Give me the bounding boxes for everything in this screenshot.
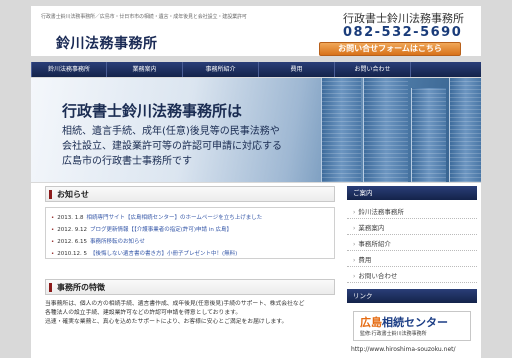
features-heading: 事務所の特徴 [57,283,105,292]
site-header: 行政書士鈴川法務事務所／広島市・廿日市市の相続・遺言・成年後見と会社設立・建設業… [31,6,481,56]
hero-banner: 行政書士鈴川法務事務所は 相続、遺言手続、成年(任意)後見等の民事法務や 会社設… [31,78,481,182]
news-section-header: お知らせ [45,186,335,202]
hero-line: 相続、遺言手続、成年(任意)後見等の民事法務や [62,126,280,137]
building-image [321,78,361,182]
banner-title-accent: 広島 [360,316,382,329]
section-marker [49,190,52,199]
news-date: 2010.12. 5 [57,251,87,257]
site-tagline: 行政書士鈴川法務事務所／広島市・廿日市市の相続・遺言・成年後見と会社設立・建設業… [41,14,247,20]
sidebar-item-label: お問い合わせ [358,272,398,280]
site-logo[interactable]: 鈴川法務事務所 [56,33,158,53]
section-marker [49,283,52,292]
news-date: 2012. 9.12 [57,227,87,233]
bullet-icon: • [51,215,55,221]
sidebar-link-header: リンク [347,289,477,303]
building-image [411,88,446,182]
news-heading: お知らせ [57,190,89,199]
news-date: 2013. 1.8 [57,215,84,221]
header-phone: 082-532-5690 [343,25,463,40]
banner-url-link[interactable]: http://www.hiroshima-souzoku.net/ [351,346,456,353]
contact-form-button[interactable]: お問い合せフォームはこちら [319,42,461,56]
souzoku-center-banner[interactable]: 広島相続センター 監修:行政書士鈴川法務事務所 [353,311,471,341]
hero-line: 広島市の行政書士事務所です [62,156,192,167]
hero-title: 行政書士鈴川法務事務所は [62,102,243,120]
building-image [449,78,481,182]
sidebar-item-office[interactable]: › 事務所紹介 [347,237,477,251]
news-item[interactable]: • 2012. 6.15 事務所移転のお知らせ [51,237,145,245]
global-nav: 鈴川法務事務所 業務案内 事務所紹介 費用 お問い合わせ [31,62,481,77]
news-link[interactable]: ブログ更新情報【【介護事業者の指定(許可)申請 in 広島】 [90,227,232,233]
banner-title: 広島相続センター [360,314,448,330]
features-text: 当事務所は、個人の方の相続手続、遺言書作成、成年後見(任意後見)手続のサポート、… [45,300,337,327]
sidebar-item-label: 鈴川法務事務所 [358,208,404,216]
nav-item-services[interactable]: 業務案内 [107,62,183,77]
news-item[interactable]: • 2010.12. 5 【後悔しない遺言書の書き方】小冊子プレゼント中！(無料) [51,249,237,257]
news-item[interactable]: • 2012. 9.12 ブログ更新情報【【介護事業者の指定(許可)申請 in 広島… [51,225,232,233]
bullet-icon: • [51,251,55,257]
chevron-right-icon: › [353,225,356,232]
banner-subtitle: 監修:行政書士鈴川法務事務所 [360,331,427,337]
features-line: 迅速・確実な業務と、真心を込めたサポートにより、お客様に安心とご満足をお届けしま… [45,319,288,325]
bullet-icon: • [51,239,55,245]
hero-text: 行政書士鈴川法務事務所は 相続、遺言手続、成年(任意)後見等の民事法務や 会社設… [62,100,282,169]
news-list: • 2013. 1.8 相続専門サイト【広島相続センター】のホームページを立ち上げま… [45,207,335,259]
news-link[interactable]: 事務所移転のお知らせ [90,239,145,245]
news-item[interactable]: • 2013. 1.8 相続専門サイト【広島相続センター】のホームページを立ち上げま… [51,213,262,221]
sidebar-item-label: 費用 [358,256,372,264]
hero-line: 会社設立、建設業許可等の許認可申請に対応する [62,141,282,152]
news-link[interactable]: 相続専門サイト【広島相続センター】のホームページを立ち上げました [87,215,263,221]
sidebar-item-services[interactable]: › 業務案内 [347,221,477,235]
nav-item-fees[interactable]: 費用 [259,62,335,77]
banner-title-main: 相続センター [382,316,448,329]
main-content: お知らせ • 2013. 1.8 相続専門サイト【広島相続センター】のホームページを… [31,183,481,358]
sidebar-item-home[interactable]: › 鈴川法務事務所 [347,205,477,219]
sidebar-item-label: 事務所紹介 [358,240,391,248]
chevron-right-icon: › [353,209,356,216]
sidebar-item-label: 業務案内 [358,224,385,232]
sidebar-guide-header: ご案内 [347,186,477,200]
features-line: 各種法人の設立手続、建設業許可などの許認可申請を得意としております。 [45,310,242,316]
bullet-icon: • [51,227,55,233]
sidebar-item-contact[interactable]: › お問い合わせ [347,269,477,283]
chevron-right-icon: › [353,241,356,248]
nav-item-office[interactable]: 事務所紹介 [183,62,259,77]
chevron-right-icon: › [353,273,356,280]
features-section-header: 事務所の特徴 [45,279,335,295]
chevron-right-icon: › [353,257,356,264]
news-link[interactable]: 【後悔しない遺言書の書き方】小冊子プレゼント中！(無料) [90,251,237,257]
nav-item-contact[interactable]: お問い合わせ [335,62,411,77]
header-office-name: 行政書士鈴川法務事務所 [343,12,464,25]
building-image [363,78,408,182]
sidebar-item-fees[interactable]: › 費用 [347,253,477,267]
nav-item-home[interactable]: 鈴川法務事務所 [31,62,107,77]
features-line: 当事務所は、個人の方の相続手続、遺言書作成、成年後見(任意後見)手続のサポート、… [45,301,305,307]
news-date: 2012. 6.15 [57,239,87,245]
